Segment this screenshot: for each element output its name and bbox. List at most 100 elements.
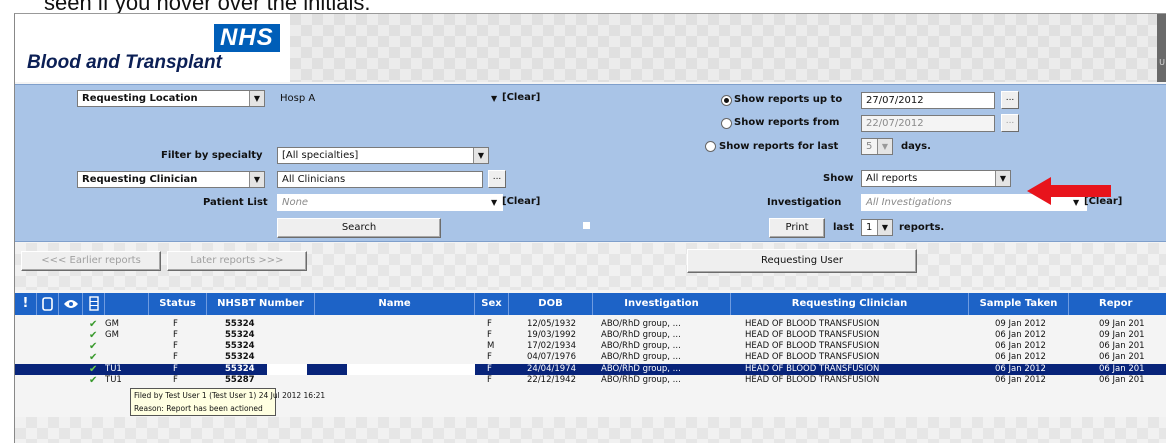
clear-location-link[interactable]: [Clear] bbox=[502, 92, 540, 103]
sample-cell: 06 Jan 2012 bbox=[995, 352, 1046, 362]
date-from-input[interactable]: 22/07/2012 bbox=[861, 115, 995, 132]
date-from-picker-button[interactable]: ... bbox=[1001, 114, 1019, 132]
chevron-down-icon: ▼ bbox=[473, 148, 488, 163]
chevron-down-icon[interactable]: ▼ bbox=[491, 94, 497, 103]
clinician-cell: HEAD OF BLOOD TRANSFUSION bbox=[745, 341, 880, 351]
column-filed[interactable] bbox=[83, 293, 105, 315]
show-select[interactable]: All reports ▼ bbox=[861, 170, 1011, 187]
days-select[interactable]: 5 ▼ bbox=[861, 138, 893, 155]
location-type-select[interactable]: Requesting Location ▼ bbox=[77, 90, 265, 107]
chevron-down-icon: ▼ bbox=[249, 172, 264, 187]
requesting-user-button[interactable]: Requesting User bbox=[687, 249, 917, 273]
print-button[interactable]: Print bbox=[769, 218, 825, 238]
show-last-label: Show reports for last bbox=[719, 141, 839, 152]
tooltip-line-1: Filed by Test User 1 (Test User 1) 24 Ju… bbox=[134, 391, 326, 400]
location-value-select[interactable]: Hosp A bbox=[275, 90, 503, 107]
investigation-cell: ABO/RhD group, ... bbox=[601, 352, 681, 362]
sex-cell: F bbox=[487, 319, 492, 329]
table-empty-area bbox=[15, 417, 1166, 443]
date-up-to-picker-button[interactable]: ... bbox=[1001, 91, 1019, 109]
table-row[interactable]: ✔ TU1 F 55287 F 22/12/1942 ABO/RhD group… bbox=[15, 375, 1166, 386]
status-cell: F bbox=[173, 352, 178, 362]
show-up-to-radio[interactable] bbox=[721, 95, 732, 106]
clinician-cell: HEAD OF BLOOD TRANSFUSION bbox=[745, 319, 880, 329]
search-button[interactable]: Search bbox=[277, 218, 441, 238]
show-last-radio[interactable] bbox=[705, 141, 716, 152]
column-report[interactable]: Repor bbox=[1069, 293, 1166, 315]
date-up-to-input[interactable]: 27/07/2012 bbox=[861, 92, 995, 109]
investigation-cell: ABO/RhD group, ... bbox=[601, 375, 681, 385]
cabinet-icon bbox=[88, 296, 99, 311]
column-sex[interactable]: Sex bbox=[475, 293, 509, 315]
header-right-edge[interactable]: U bbox=[1157, 14, 1166, 82]
status-cell: F bbox=[173, 364, 178, 374]
column-viewed[interactable] bbox=[59, 293, 83, 315]
chevron-down-icon[interactable]: ▼ bbox=[491, 198, 497, 207]
status-cell: F bbox=[173, 341, 178, 351]
user-initials[interactable]: TU1 bbox=[105, 375, 122, 386]
table-row[interactable]: ✔ GM F 55324 F 19/03/1992 ABO/RhD group,… bbox=[15, 330, 1166, 341]
days-label: days. bbox=[901, 141, 931, 152]
investigation-cell: ABO/RhD group, ... bbox=[601, 341, 681, 351]
clinician-cell: HEAD OF BLOOD TRANSFUSION bbox=[745, 375, 880, 385]
clinician-browse-button[interactable]: ... bbox=[488, 170, 506, 188]
clinician-type-value: Requesting Clinician bbox=[82, 174, 198, 185]
nhs-logo: NHS bbox=[214, 24, 280, 52]
table-row[interactable]: ✔ F 55324 M 17/02/1934 ABO/RhD group, ..… bbox=[15, 341, 1166, 352]
column-sample-taken[interactable]: Sample Taken bbox=[969, 293, 1069, 315]
patient-list-select[interactable]: None bbox=[277, 194, 503, 211]
clear-patient-list-link[interactable]: [Clear] bbox=[502, 196, 540, 207]
report-cell: 06 Jan 201 bbox=[1099, 341, 1145, 351]
sample-cell: 06 Jan 2012 bbox=[995, 341, 1046, 351]
redaction-block bbox=[347, 364, 475, 375]
column-nhsbt-number[interactable]: NHSBT Number bbox=[207, 293, 315, 315]
sex-cell: F bbox=[487, 352, 492, 362]
status-cell: F bbox=[173, 375, 178, 385]
last-count-select[interactable]: 1 ▼ bbox=[861, 219, 893, 236]
show-from-radio[interactable] bbox=[721, 118, 732, 129]
chevron-down-icon: ▼ bbox=[877, 220, 892, 235]
status-cell: F bbox=[173, 330, 178, 340]
dob-cell: 12/05/1932 bbox=[527, 319, 576, 329]
chevron-down-icon: ▼ bbox=[995, 171, 1010, 186]
check-icon: ✔ bbox=[89, 375, 98, 386]
check-icon: ✔ bbox=[89, 319, 98, 330]
column-requesting-clinician[interactable]: Requesting Clinician bbox=[731, 293, 969, 315]
report-cell: 06 Jan 201 bbox=[1099, 375, 1145, 385]
investigation-cell: ABO/RhD group, ... bbox=[601, 364, 681, 374]
sex-cell: M bbox=[487, 341, 495, 351]
marker-dot bbox=[583, 222, 590, 229]
table-row[interactable]: ✔ F 55324 F 04/07/1976 ABO/RhD group, ..… bbox=[15, 352, 1166, 363]
column-flag[interactable]: ! bbox=[15, 293, 37, 315]
reports-label: reports. bbox=[899, 222, 945, 233]
patient-list-value: None bbox=[282, 197, 309, 208]
clinician-input[interactable]: All Clinicians bbox=[277, 171, 483, 188]
table-row-selected[interactable]: ✔ TU1 F 55324 F 24/04/1974 ABO/RhD group… bbox=[15, 364, 1166, 375]
column-investigation[interactable]: Investigation bbox=[593, 293, 731, 315]
column-name[interactable]: Name bbox=[315, 293, 475, 315]
redaction-block bbox=[267, 364, 307, 375]
location-value: Hosp A bbox=[280, 93, 316, 104]
column-status[interactable]: Status bbox=[149, 293, 207, 315]
show-label: Show bbox=[823, 173, 854, 184]
earlier-reports-button[interactable]: <<< Earlier reports bbox=[21, 251, 161, 271]
toolbar: <<< Earlier reports Later reports >>> Re… bbox=[15, 243, 1166, 290]
user-initials[interactable]: GM bbox=[105, 330, 119, 341]
date-up-to-value: 27/07/2012 bbox=[866, 95, 924, 106]
clinician-type-select[interactable]: Requesting Clinician ▼ bbox=[77, 171, 265, 188]
dob-cell: 04/07/1976 bbox=[527, 352, 576, 362]
date-from-value: 22/07/2012 bbox=[866, 118, 924, 129]
user-initials[interactable]: GM bbox=[105, 319, 119, 330]
specialty-label: Filter by specialty bbox=[161, 150, 263, 161]
clinician-cell: HEAD OF BLOOD TRANSFUSION bbox=[745, 330, 880, 340]
chevron-down-icon: ▼ bbox=[877, 139, 892, 154]
status-cell: F bbox=[173, 319, 178, 329]
dob-cell: 17/02/1934 bbox=[527, 341, 576, 351]
specialty-select[interactable]: [All specialties] ▼ bbox=[277, 147, 489, 164]
user-initials[interactable]: TU1 bbox=[105, 364, 122, 375]
column-dob[interactable]: DOB bbox=[509, 293, 593, 315]
later-reports-button[interactable]: Later reports >>> bbox=[167, 251, 307, 271]
column-document[interactable] bbox=[37, 293, 59, 315]
table-row[interactable]: ✔ GM F 55324 F 12/05/1932 ABO/RhD group,… bbox=[15, 319, 1166, 330]
results-table-header: ! Status NHSBT Number Name Sex DOB Inves… bbox=[15, 293, 1166, 315]
